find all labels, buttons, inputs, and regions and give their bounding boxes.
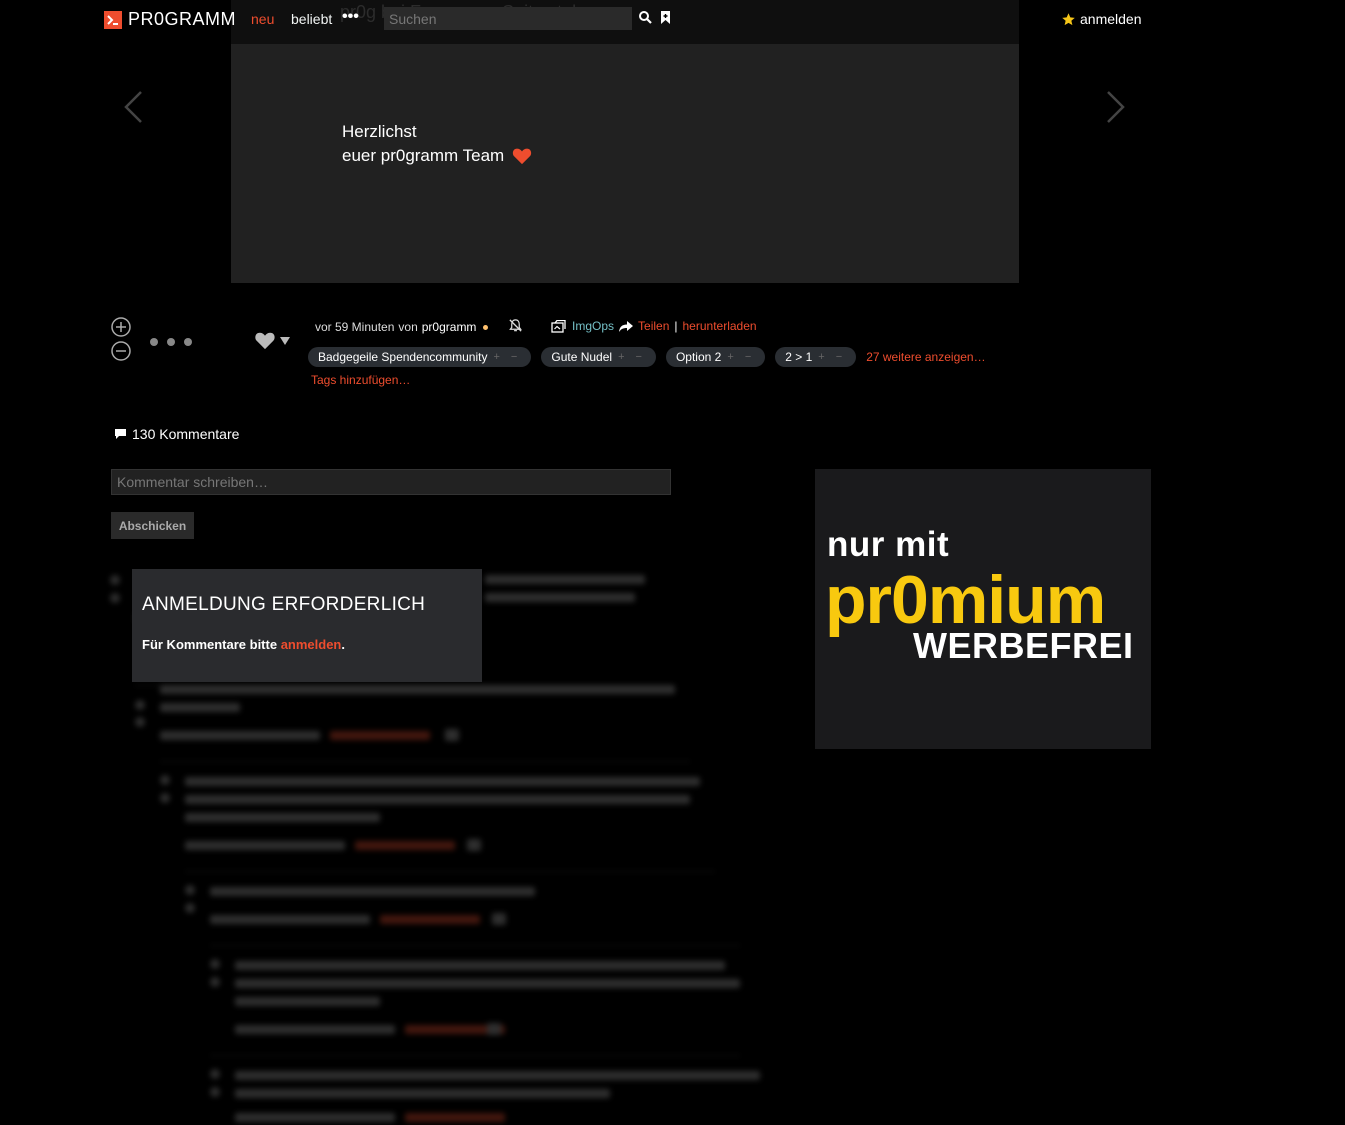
downvote-icon[interactable] xyxy=(111,341,131,366)
bookmark-icon[interactable] xyxy=(660,11,671,29)
tag-list: Badgegeile Spendencommunity + − Gute Nude… xyxy=(308,347,986,367)
top-bar: pr0g bei Fragen zur Seite stehen. PR0GRA… xyxy=(0,0,1345,44)
add-tags-link[interactable]: Tags hinzufügen… xyxy=(311,373,410,387)
tag-label[interactable]: 2 > 1 xyxy=(785,350,812,364)
post-meta: vor 59 Minuten von pr0gramm xyxy=(315,320,489,334)
premium-advertisement[interactable]: nur mit pr0mium WERBEFREI xyxy=(815,469,1151,749)
chevron-down-icon[interactable] xyxy=(280,336,290,345)
score-hidden-dots xyxy=(150,338,192,346)
login-required-text: Für Kommentare bitte anmelden. xyxy=(142,637,345,652)
comment-icon xyxy=(115,429,126,439)
nav-beliebt[interactable]: beliebt xyxy=(291,11,332,27)
post-actions: ImgOps Teilen | herunterladen xyxy=(551,319,757,333)
tag-label[interactable]: Gute Nudel xyxy=(551,350,612,364)
tag-vote-controls[interactable]: + − xyxy=(618,351,646,363)
tag-item[interactable]: Option 2 + − xyxy=(665,347,766,367)
logo-text: PR0GRAMM xyxy=(128,9,237,29)
post-time: vor 59 Minuten xyxy=(315,320,395,334)
tag-vote-controls[interactable]: + − xyxy=(818,351,846,363)
favorite-heart-icon xyxy=(255,332,275,350)
search-input[interactable] xyxy=(384,7,632,30)
share-link[interactable]: Teilen xyxy=(638,319,669,333)
tag-label[interactable]: Badgegeile Spendencommunity xyxy=(318,350,487,364)
more-tags-link[interactable]: 27 weitere anzeigen… xyxy=(866,350,985,364)
login-required-prefix: Für Kommentare bitte xyxy=(142,637,281,652)
next-post-arrow-icon[interactable] xyxy=(1105,90,1127,129)
media-text-line2: euer pr0gramm Team xyxy=(342,146,532,166)
nav-more-menu[interactable]: ••• xyxy=(342,8,359,26)
bell-off-icon[interactable] xyxy=(508,318,523,338)
upvote-icon[interactable] xyxy=(111,317,131,342)
submit-comment-button[interactable]: Abschicken xyxy=(111,512,194,539)
ad-text-line1: nur mit xyxy=(827,525,950,564)
login-required-link[interactable]: anmelden xyxy=(281,637,342,652)
login-required-title: ANMELDUNG ERFORDERLICH xyxy=(142,594,426,615)
imgops-icon[interactable] xyxy=(551,319,567,333)
login-required-overlay: ANMELDUNG ERFORDERLICH Für Kommentare bi… xyxy=(132,569,482,682)
tag-vote-controls[interactable]: + − xyxy=(727,351,755,363)
ad-text-line3: WERBEFREI xyxy=(913,625,1134,666)
post-author[interactable]: pr0gramm xyxy=(422,320,477,334)
search-icon[interactable] xyxy=(639,11,652,29)
imgops-link[interactable]: ImgOps xyxy=(572,319,614,333)
share-icon[interactable] xyxy=(619,320,634,332)
user-status-dot xyxy=(483,324,489,330)
download-link[interactable]: herunterladen xyxy=(683,319,757,333)
login-required-suffix: . xyxy=(341,637,345,652)
login-link[interactable]: anmelden xyxy=(1061,11,1142,27)
heart-icon xyxy=(513,148,532,165)
tag-label[interactable]: Option 2 xyxy=(676,350,721,364)
media-text-line2-label: euer pr0gramm Team xyxy=(342,146,505,165)
star-icon xyxy=(1062,12,1075,25)
tag-item[interactable]: 2 > 1 + − xyxy=(775,347,857,367)
comments-header: 130 Kommentare xyxy=(114,426,239,442)
post-by: von xyxy=(398,320,418,334)
comment-input[interactable] xyxy=(111,469,671,495)
comment-count: 130 Kommentare xyxy=(132,426,240,442)
logo[interactable]: PR0GRAMM xyxy=(104,9,236,30)
nav-neu[interactable]: neu xyxy=(251,11,274,27)
media-text-line1: Herzlichst xyxy=(342,122,417,141)
previous-post-arrow-icon[interactable] xyxy=(122,90,144,129)
tag-item[interactable]: Gute Nudel + − xyxy=(541,347,656,367)
logo-icon xyxy=(104,10,122,29)
tag-vote-controls[interactable]: + − xyxy=(493,351,521,363)
favorite-control[interactable] xyxy=(254,331,290,350)
login-label: anmelden xyxy=(1080,11,1142,27)
tag-item[interactable]: Badgegeile Spendencommunity + − xyxy=(308,347,532,367)
action-separator: | xyxy=(674,319,678,333)
post-media: Herzlichst euer pr0gramm Team xyxy=(231,44,1019,283)
